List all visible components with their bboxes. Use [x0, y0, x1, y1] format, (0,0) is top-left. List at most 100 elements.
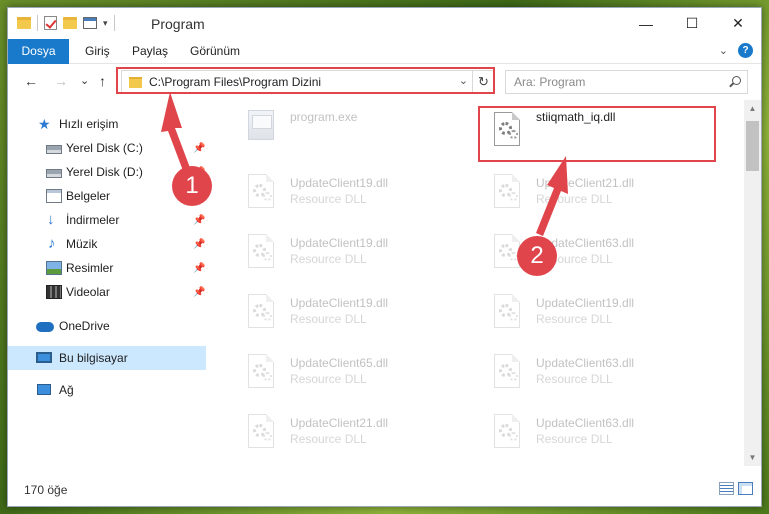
sidebar-item-network[interactable]: Ağ — [8, 378, 206, 402]
file-item[interactable]: UpdateClient19.dll Resource DLL — [244, 228, 484, 284]
minimize-button[interactable]: — — [623, 8, 669, 39]
customize-icon[interactable] — [83, 17, 97, 29]
sidebar-item-label: Belgeler — [66, 189, 111, 203]
sidebar-item-downloads[interactable]: ↓ İndirmeler 📌 — [8, 208, 206, 232]
dll-file-icon — [244, 354, 278, 394]
scroll-thumb[interactable] — [746, 121, 759, 171]
file-item[interactable]: UpdateClient63.dll Resource DLL — [490, 408, 730, 464]
toolbar-separator — [37, 15, 38, 31]
file-name: UpdateClient63.dll — [536, 356, 635, 370]
file-item[interactable]: UpdateClient19.dll Resource DLL — [244, 168, 484, 224]
scroll-down-icon[interactable]: ▼ — [744, 449, 761, 466]
sidebar-item-videos[interactable]: Videolar 📌 — [8, 280, 206, 304]
file-description: Resource DLL — [290, 372, 367, 386]
file-item[interactable]: UpdateClient63.dll Resource DLL — [490, 348, 730, 404]
qat-dropdown-icon[interactable]: ▾ — [103, 18, 108, 29]
address-highlight-box — [116, 67, 495, 94]
file-name: program.exe — [290, 110, 358, 124]
file-description: Resource DLL — [290, 312, 367, 326]
downloads-icon: ↓ — [47, 211, 55, 228]
videos-icon — [46, 285, 62, 299]
recent-locations-button[interactable]: ⌄ — [80, 74, 89, 87]
file-description: Resource DLL — [536, 192, 613, 206]
view-toggle — [719, 482, 753, 495]
drive-icon — [46, 169, 62, 178]
this-pc-icon — [36, 352, 52, 363]
sidebar-item-label: Yerel Disk (D:) — [66, 165, 143, 179]
ribbon-right-controls: ⌄ ? — [719, 43, 753, 58]
sidebar-item-this-pc[interactable]: Bu bilgisayar — [8, 346, 206, 370]
file-description: Resource DLL — [290, 432, 367, 446]
file-item[interactable]: UpdateClient19.dll Resource DLL — [244, 288, 484, 344]
up-button[interactable]: ↑ — [99, 73, 106, 89]
documents-icon — [46, 189, 62, 203]
search-box[interactable]: Ara: Program — [505, 70, 748, 94]
toolbar-separator — [113, 15, 115, 31]
file-item[interactable]: UpdateClient21.dll Resource DLL — [244, 408, 484, 464]
details-view-icon[interactable] — [719, 482, 734, 495]
tab-share[interactable]: Paylaş — [132, 39, 168, 63]
sidebar-item-label: OneDrive — [59, 319, 110, 333]
ribbon-tabs: Dosya Giriş Paylaş Görünüm ⌄ ? — [8, 39, 761, 95]
dll-file-icon — [490, 354, 524, 394]
pin-icon[interactable]: 📌 — [193, 143, 205, 154]
sidebar-item-label: Bu bilgisayar — [59, 351, 128, 365]
file-name: UpdateClient19.dll — [536, 296, 635, 310]
quick-access-icon: ★ — [38, 116, 51, 132]
file-name: UpdateClient19.dll — [290, 296, 389, 310]
pin-icon[interactable]: 📌 — [193, 287, 205, 298]
sidebar-item-local-disk-c[interactable]: Yerel Disk (C:) 📌 — [8, 136, 206, 160]
dll-file-icon — [244, 174, 278, 214]
file-item[interactable]: UpdateClient65.dll Resource DLL — [244, 348, 484, 404]
step-badge-2: 2 — [517, 236, 557, 276]
status-bar: 170 öğe — [8, 474, 761, 506]
sidebar-item-pictures[interactable]: Resimler 📌 — [8, 256, 206, 280]
sidebar-item-quick-access[interactable]: ★ Hızlı erişim — [8, 112, 206, 136]
new-folder-icon[interactable] — [63, 17, 77, 29]
network-icon — [37, 384, 51, 395]
file-item[interactable]: UpdateClient19.dll Resource DLL — [490, 288, 730, 344]
vertical-scrollbar[interactable]: ▲ ▼ — [744, 100, 761, 466]
file-name: UpdateClient19.dll — [290, 236, 389, 250]
properties-check-icon[interactable] — [44, 16, 57, 30]
file-item[interactable]: UpdateClient21.dll Resource DLL — [490, 168, 730, 224]
drive-icon — [46, 145, 62, 154]
close-button[interactable]: ✕ — [715, 8, 761, 39]
help-icon[interactable]: ? — [738, 43, 753, 58]
tab-view[interactable]: Görünüm — [190, 39, 240, 63]
application-icon — [244, 108, 278, 148]
file-name: UpdateClient63.dll — [536, 416, 635, 430]
back-button[interactable]: ← — [24, 73, 38, 89]
maximize-button[interactable]: ☐ — [669, 8, 715, 39]
sidebar-item-music[interactable]: ♪ Müzik 📌 — [8, 232, 206, 256]
pin-icon[interactable]: 📌 — [193, 215, 205, 226]
file-name: UpdateClient65.dll — [290, 356, 389, 370]
music-icon: ♪ — [48, 235, 56, 252]
pin-icon[interactable]: 📌 — [193, 239, 205, 250]
search-placeholder[interactable]: Ara: Program — [514, 75, 585, 89]
file-description: Resource DLL — [290, 192, 367, 206]
onedrive-icon — [36, 322, 54, 332]
tab-home[interactable]: Giriş — [85, 39, 110, 63]
large-icons-view-icon[interactable] — [738, 482, 753, 495]
file-name: UpdateClient21.dll — [536, 176, 635, 190]
file-item-program-exe[interactable]: program.exe — [244, 102, 484, 158]
sidebar-item-label: Ağ — [59, 383, 74, 397]
sidebar-item-label: Yerel Disk (C:) — [66, 141, 143, 155]
expand-ribbon-icon[interactable]: ⌄ — [719, 44, 728, 57]
window-controls: — ☐ ✕ — [623, 8, 761, 39]
sidebar-item-label: Videolar — [66, 285, 110, 299]
sidebar-item-onedrive[interactable]: OneDrive — [8, 314, 206, 338]
scroll-up-icon[interactable]: ▲ — [744, 100, 761, 117]
sidebar-item-label: İndirmeler — [66, 213, 120, 227]
search-icon[interactable] — [732, 76, 741, 85]
dll-file-icon — [244, 414, 278, 454]
quick-access-toolbar: ▾ — [17, 15, 115, 31]
forward-button[interactable]: → — [54, 73, 68, 89]
file-description: Resource DLL — [290, 252, 367, 266]
pin-icon[interactable]: 📌 — [193, 263, 205, 274]
dll-file-icon — [244, 294, 278, 334]
file-description: Resource DLL — [536, 432, 613, 446]
title-bar: ▾ Program — ☐ ✕ — [8, 8, 761, 39]
file-description: Resource DLL — [536, 312, 613, 326]
